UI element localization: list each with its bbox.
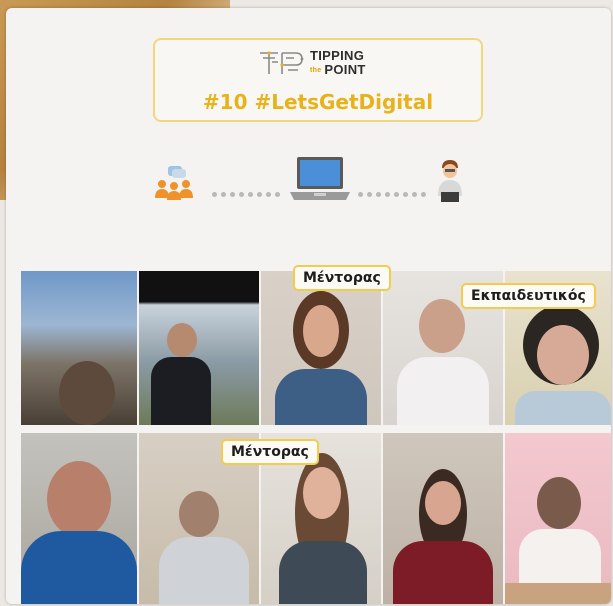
hashtag-title: #10 #LetsGetDigital <box>202 90 434 114</box>
mentor-label-bottom: Μέντορας <box>221 439 319 465</box>
logo-small: the <box>310 66 322 74</box>
post-image: TIPPING the POINT #10 #LetsGetDigital Μέ… <box>6 8 611 604</box>
tipping-point-logo-icon <box>260 51 304 74</box>
video-tile <box>383 433 503 604</box>
person-with-laptop-icon <box>438 160 462 202</box>
logo-text: TIPPING the POINT <box>310 49 366 78</box>
group-chat-icon <box>155 166 193 200</box>
video-tile <box>505 433 611 604</box>
connection-diagram <box>154 156 464 212</box>
logo-line-2: POINT <box>324 62 366 77</box>
logo-line-1: TIPPING <box>310 48 365 63</box>
video-call-grid: Μέντορας Εκπαιδευτικός Μέντορας <box>21 265 611 604</box>
video-tile <box>21 271 137 425</box>
connector-dots-right <box>358 182 430 197</box>
mentor-label-top: Μέντορας <box>293 265 391 291</box>
laptop-icon <box>290 157 350 200</box>
connector-dots-left <box>212 182 284 197</box>
video-tile-mentor <box>261 271 381 425</box>
video-tile <box>139 271 259 425</box>
teacher-label: Εκπαιδευτικός <box>461 283 596 309</box>
video-tile <box>21 433 137 604</box>
title-banner: TIPPING the POINT #10 #LetsGetDigital <box>153 38 483 122</box>
